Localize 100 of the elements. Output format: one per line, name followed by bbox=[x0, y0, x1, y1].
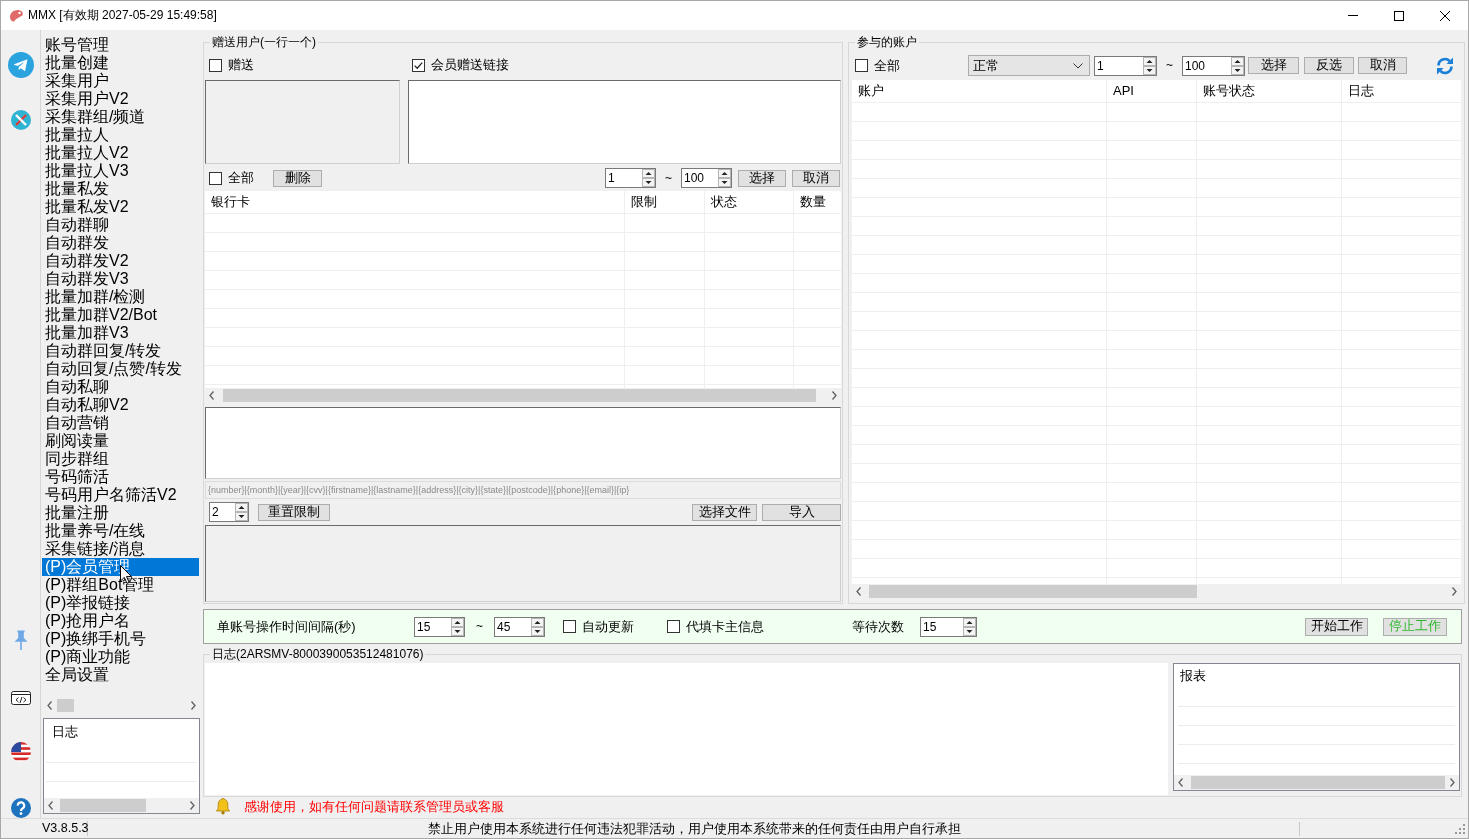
close-icon[interactable] bbox=[1440, 10, 1450, 21]
sidebar-item[interactable]: 采集群组/频道 bbox=[42, 108, 199, 126]
column-header[interactable]: 数量 bbox=[794, 191, 841, 213]
scrollbar-thumb[interactable] bbox=[1191, 776, 1445, 789]
spin-arrows-icon[interactable] bbox=[642, 169, 655, 187]
number-input[interactable]: 1 bbox=[605, 168, 656, 188]
sidebar-item[interactable]: 账号管理 bbox=[42, 36, 199, 54]
number-input[interactable]: 2 bbox=[209, 502, 249, 523]
sidebar-item[interactable]: 批量拉人V2 bbox=[42, 144, 199, 162]
column-header[interactable]: 限制 bbox=[625, 191, 704, 213]
scrollbar-thumb[interactable] bbox=[60, 799, 146, 812]
sidebar-item[interactable]: (P)换绑手机号 bbox=[42, 630, 199, 648]
column-header[interactable]: 日志 bbox=[1342, 80, 1461, 102]
selection-button[interactable]: 反选 bbox=[1304, 57, 1354, 74]
selection-button[interactable]: 选择 bbox=[1248, 57, 1299, 74]
help-icon[interactable] bbox=[10, 798, 31, 818]
spin-arrows-icon[interactable] bbox=[451, 617, 464, 636]
checkbox[interactable] bbox=[209, 58, 222, 72]
horizontal-scrollbar[interactable] bbox=[1174, 775, 1459, 790]
sidebar-item[interactable]: 批量私发V2 bbox=[42, 198, 199, 216]
sidebar-item[interactable]: 批量私发 bbox=[42, 180, 199, 198]
code-window-icon[interactable] bbox=[10, 691, 31, 705]
scrollbar-thumb[interactable] bbox=[223, 389, 816, 403]
number-input[interactable]: 45 bbox=[494, 616, 545, 637]
sidebar-item[interactable]: 批量养号/在线 bbox=[42, 522, 199, 540]
sidebar-item[interactable]: 刷阅读量 bbox=[42, 432, 199, 450]
number-input[interactable]: 15 bbox=[414, 616, 465, 637]
spin-arrows-icon[interactable] bbox=[1143, 56, 1156, 75]
size-grip-icon[interactable] bbox=[1455, 823, 1465, 834]
sidebar-item[interactable]: 同步群组 bbox=[42, 450, 199, 468]
sidebar-item[interactable]: (P)抢用户名 bbox=[42, 612, 199, 630]
sidebar-item[interactable]: 批量加群/检测 bbox=[42, 288, 199, 306]
checkbox-label[interactable]: 赠送 bbox=[228, 57, 254, 73]
column-header[interactable]: API bbox=[1107, 80, 1196, 102]
chevron-left-icon[interactable] bbox=[1178, 778, 1183, 787]
sidebar-item[interactable]: 自动回复/点赞/转发 bbox=[42, 360, 199, 378]
sidebar-item[interactable]: 号码筛活 bbox=[42, 468, 199, 486]
sidebar-item[interactable]: 自动群发V2 bbox=[42, 252, 199, 270]
sidebar-item[interactable]: 批量注册 bbox=[42, 504, 199, 522]
chevron-right-icon[interactable] bbox=[1450, 778, 1455, 787]
scrollbar-thumb[interactable] bbox=[869, 585, 1197, 598]
horizontal-scrollbar[interactable] bbox=[44, 798, 199, 813]
chevron-left-icon[interactable] bbox=[209, 391, 214, 401]
checkbox[interactable] bbox=[667, 620, 680, 633]
sidebar-item[interactable]: 批量拉人 bbox=[42, 126, 199, 144]
sidebar-item[interactable]: 自动群聊 bbox=[42, 216, 199, 234]
chevron-left-icon[interactable] bbox=[48, 801, 53, 810]
sidebar-item[interactable]: 自动群发 bbox=[42, 234, 199, 252]
action-button[interactable]: 开始工作 bbox=[1305, 617, 1368, 636]
column-header[interactable]: 银行卡 bbox=[205, 191, 624, 213]
checkbox[interactable] bbox=[563, 620, 576, 633]
column-header[interactable]: 状态 bbox=[705, 191, 793, 213]
sidebar-item[interactable]: (P)举报链接 bbox=[42, 594, 199, 612]
sidebar-item[interactable]: 自动群回复/转发 bbox=[42, 342, 199, 360]
column-header[interactable]: 账户 bbox=[852, 80, 1106, 102]
checkbox-label[interactable]: 自动更新 bbox=[582, 618, 634, 635]
sidebar-item[interactable]: 批量加群V2/Bot bbox=[42, 306, 199, 324]
sidebar-item[interactable]: 采集用户 bbox=[42, 72, 199, 90]
spin-arrows-icon[interactable] bbox=[718, 169, 731, 187]
selection-button[interactable]: 取消 bbox=[1358, 57, 1407, 74]
sidebar-item[interactable]: 批量创建 bbox=[42, 54, 199, 72]
column-header[interactable]: 账号状态 bbox=[1197, 80, 1341, 102]
range-button[interactable]: 取消 bbox=[792, 169, 840, 187]
checkbox-label[interactable]: 全部 bbox=[874, 57, 900, 74]
file-button[interactable]: 导入 bbox=[762, 503, 841, 521]
chevron-right-icon[interactable] bbox=[1452, 587, 1457, 596]
file-button[interactable]: 选择文件 bbox=[692, 503, 757, 521]
chevron-right-icon[interactable] bbox=[190, 801, 195, 810]
sidebar-item[interactable]: 批量加群V3 bbox=[42, 324, 199, 342]
sidebar-item[interactable]: 自动私聊V2 bbox=[42, 396, 199, 414]
flag-icon[interactable] bbox=[10, 742, 31, 762]
sidebar-item[interactable]: 采集链接/消息 bbox=[42, 540, 199, 558]
number-input[interactable]: 100 bbox=[681, 168, 732, 188]
maximize-icon[interactable] bbox=[1394, 10, 1404, 21]
caret-icon[interactable] bbox=[1073, 62, 1083, 69]
chevron-left-icon[interactable] bbox=[47, 701, 52, 710]
checkbox[interactable] bbox=[209, 171, 222, 185]
delete-button[interactable]: 删除 bbox=[273, 169, 322, 187]
chevron-right-icon[interactable] bbox=[191, 701, 196, 710]
sidebar-item[interactable]: 自动营销 bbox=[42, 414, 199, 432]
sidebar-item[interactable]: 自动私聊 bbox=[42, 378, 199, 396]
spin-arrows-icon[interactable] bbox=[1231, 56, 1244, 75]
spin-arrows-icon[interactable] bbox=[963, 617, 976, 636]
sidebar-item[interactable]: 批量拉人V3 bbox=[42, 162, 199, 180]
sidebar-item[interactable]: 全局设置 bbox=[42, 666, 199, 684]
range-button[interactable]: 选择 bbox=[738, 169, 786, 187]
sidebar-item[interactable]: (P)商业功能 bbox=[42, 648, 199, 666]
checkbox-label[interactable]: 全部 bbox=[228, 170, 254, 186]
reset-button[interactable]: 重置限制 bbox=[258, 503, 330, 521]
checkbox[interactable] bbox=[412, 58, 425, 72]
chevron-left-icon[interactable] bbox=[856, 587, 861, 596]
spin-arrows-icon[interactable] bbox=[235, 503, 248, 522]
number-input[interactable]: 1 bbox=[1094, 55, 1157, 76]
chevron-right-icon[interactable] bbox=[832, 391, 837, 401]
number-input[interactable]: 15 bbox=[920, 616, 977, 637]
sidebar-item[interactable]: 采集用户V2 bbox=[42, 90, 199, 108]
spin-arrows-icon[interactable] bbox=[531, 617, 544, 636]
sidebar-item[interactable]: 自动群发V3 bbox=[42, 270, 199, 288]
paper-plane-icon[interactable] bbox=[7, 52, 34, 78]
tools-icon[interactable] bbox=[10, 110, 31, 130]
